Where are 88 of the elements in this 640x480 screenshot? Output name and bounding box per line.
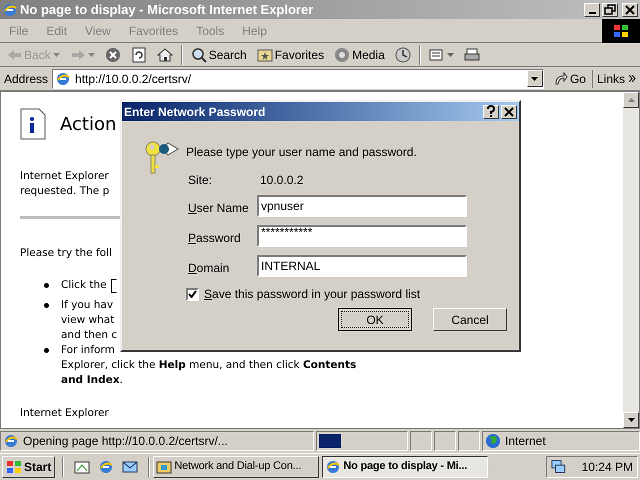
restore-icon — [603, 3, 617, 16]
dialog-button[interactable]: OK — [338, 308, 412, 331]
network-folder-icon — [156, 458, 172, 474]
status-text: Opening page http://10.0.0.2/certsrv/... — [23, 433, 228, 450]
restore-button[interactable] — [602, 2, 618, 16]
desktop-icon — [74, 458, 90, 474]
refresh-icon — [130, 46, 147, 62]
caret-icon — [88, 52, 95, 56]
home-icon — [156, 46, 173, 62]
go-button[interactable]: Go — [548, 70, 593, 88]
history-button[interactable] — [392, 44, 413, 64]
page-icon — [55, 70, 72, 86]
stop-icon — [104, 46, 121, 62]
site-label: Site: — [188, 172, 212, 189]
page-text: Please try the foll — [20, 246, 112, 261]
status-pane — [434, 431, 456, 451]
close-icon — [623, 3, 637, 16]
info-icon — [20, 108, 46, 140]
help-button[interactable] — [483, 104, 499, 118]
clock: 10:24 PM — [582, 458, 633, 476]
page-text: If you hav — [61, 298, 114, 313]
search-button[interactable]: Search — [188, 44, 249, 64]
search-icon — [190, 46, 207, 62]
checkbox[interactable] — [186, 288, 199, 300]
minimize-button[interactable] — [584, 2, 600, 16]
bullet-icon — [44, 348, 49, 353]
page-text: requested. The p — [20, 184, 110, 199]
network-icon — [551, 458, 566, 474]
page-icon — [3, 433, 19, 449]
scrollbar[interactable] — [623, 92, 639, 428]
input-field[interactable]: vpnuser — [257, 195, 467, 217]
prompt-text: Please type your user name and password. — [186, 144, 417, 161]
page-heading: Action — [60, 116, 116, 132]
close-button[interactable] — [501, 104, 517, 118]
field-label: Password — [188, 230, 241, 247]
address-label: Address — [4, 70, 48, 88]
field-label: User Name — [188, 200, 249, 217]
minimize-icon — [588, 12, 596, 14]
input-field[interactable]: INTERNAL — [257, 255, 467, 277]
page-text: and then c — [61, 328, 118, 343]
page-text: and Index. — [61, 373, 123, 388]
caret-icon — [52, 52, 60, 56]
printer-icon — [464, 46, 480, 62]
chevron-icon — [629, 75, 636, 82]
zone-label: Internet — [505, 433, 546, 450]
dialog-button[interactable]: Cancel — [433, 308, 507, 331]
down-arrow-icon — [628, 418, 634, 422]
page-text: Internet Explorer — [20, 169, 109, 184]
close-button[interactable] — [622, 2, 638, 16]
status-pane — [410, 431, 432, 451]
browser-icon — [2, 2, 18, 18]
page-text: For inform — [61, 343, 115, 358]
bullet-icon — [44, 303, 49, 308]
status-pane — [458, 431, 480, 451]
windows-flag-icon — [6, 460, 22, 474]
caret-icon — [446, 52, 454, 56]
favorites-button[interactable]: Favorites — [254, 44, 326, 64]
dialog-title: Enter Network Password — [124, 104, 266, 120]
star-folder-icon — [256, 46, 273, 62]
field-label: Domain — [188, 260, 230, 277]
input-field[interactable]: *********** — [257, 225, 467, 247]
taskbar-button[interactable]: No page to display - Mi... — [322, 456, 488, 478]
address-field[interactable]: http://10.0.0.2/certsrv/ — [52, 68, 544, 88]
taskbar-button[interactable]: Network and Dial-up Con... — [153, 456, 320, 478]
close-icon — [502, 105, 516, 118]
up-arrow-icon — [628, 98, 634, 102]
question-icon — [484, 105, 498, 118]
globe-icon — [485, 433, 501, 449]
site-value: 10.0.0.2 — [260, 172, 304, 189]
check-icon — [188, 290, 197, 298]
dropdown-arrow-icon — [531, 76, 538, 80]
windows-logo — [602, 18, 640, 42]
page-icon — [325, 458, 342, 474]
media-button[interactable]: Media — [332, 44, 387, 64]
page-text: Explorer, click the Help menu, and then click Contents — [61, 358, 356, 373]
links-button[interactable]: Links — [596, 70, 636, 88]
page-text: Click the — [61, 278, 107, 293]
disc-icon — [334, 46, 350, 62]
arrow-icon — [554, 72, 568, 86]
browser-icon — [98, 458, 114, 474]
start-button[interactable]: Start — [2, 456, 56, 478]
page-text: Internet Explorer — [20, 406, 109, 421]
button-icon — [110, 278, 117, 292]
clock-icon — [394, 46, 411, 62]
window-title: No page to display - Microsoft Internet Explorer — [20, 0, 314, 19]
page-text: view what — [61, 313, 114, 328]
bullet-icon — [44, 283, 49, 288]
checkbox-label: Save this password in your password list — [204, 286, 420, 303]
